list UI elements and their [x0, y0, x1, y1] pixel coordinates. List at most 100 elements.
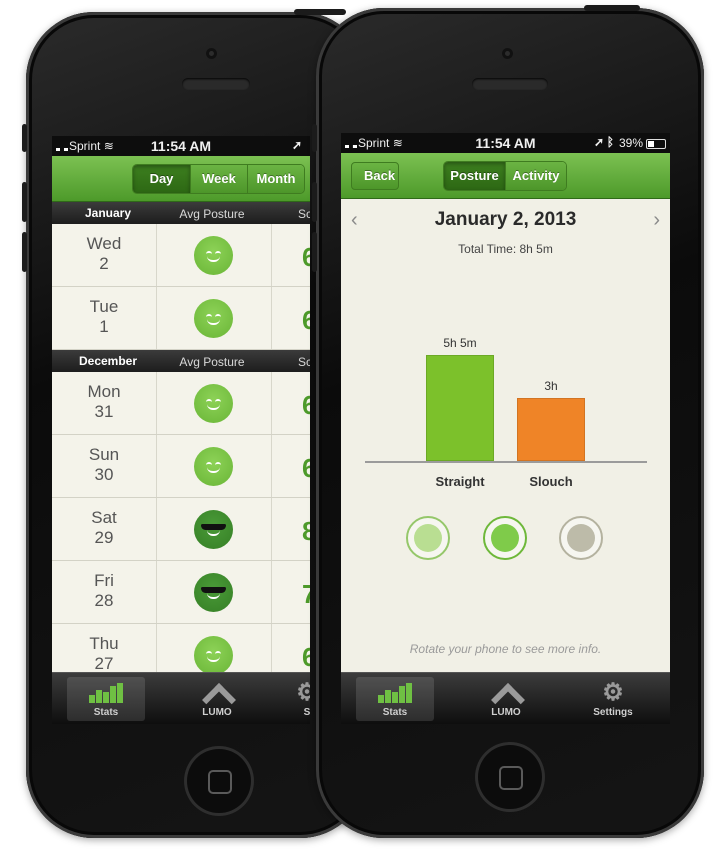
bar-chart-icon-bar — [96, 690, 102, 703]
power-button — [294, 9, 346, 15]
list-item[interactable]: Tue 1 6 — [52, 287, 310, 350]
smiley-active-icon — [491, 524, 519, 552]
tab-label: Stats — [93, 707, 119, 718]
posture-face-option[interactable] — [483, 516, 527, 560]
posture-face-option[interactable] — [406, 516, 450, 560]
date-number: 1 — [99, 317, 109, 336]
total-time: Total Time: 8h 5m — [458, 242, 553, 256]
score-value: 6 — [302, 642, 310, 672]
weekday: Wed — [86, 234, 122, 253]
tab-s[interactable]: ⚙ S — [292, 677, 310, 721]
segment-week[interactable]: Week — [191, 165, 248, 193]
date-number: 30 — [94, 465, 114, 484]
status-bar: Sprint ≋ 11:54 AM ➚ ᛒ 39% — [341, 133, 670, 153]
eye — [205, 398, 212, 402]
column-divider — [156, 561, 157, 623]
score-value: 6 — [302, 390, 310, 420]
column-header-avg-posture: Avg Posture — [179, 355, 245, 369]
marketing-composite: Sprint ≋ 11:54 AM ➚ Day Week Month January… — [0, 0, 727, 855]
section-month: January — [84, 206, 132, 220]
list-item[interactable]: Wed 2 6 — [52, 224, 310, 287]
mute-switch — [22, 124, 27, 152]
battery-icon — [646, 138, 666, 149]
column-divider — [156, 287, 157, 349]
battery-indicator: 39% — [619, 136, 666, 150]
bar-chart-icon-bar — [378, 695, 384, 703]
mouth — [206, 404, 221, 411]
column-header-score: Sc — [298, 207, 310, 221]
smiley-face-icon — [194, 236, 233, 275]
bar-chart-icon-bar — [385, 690, 391, 703]
score-value: 8 — [302, 516, 310, 546]
bar-chart-icon-bar — [399, 686, 405, 703]
list-item[interactable]: Fri 28 7 — [52, 561, 310, 624]
earpiece-speaker — [182, 78, 250, 90]
column-divider — [271, 372, 272, 434]
tab-stats[interactable]: Stats — [67, 677, 145, 721]
tab-label: LUMO — [202, 707, 232, 718]
column-divider — [156, 498, 157, 560]
bar-slouch — [517, 398, 585, 461]
date-number: 2 — [99, 254, 109, 273]
section-month: December — [78, 354, 138, 368]
tab-label: Stats — [382, 707, 408, 718]
date-number: 28 — [94, 591, 114, 610]
column-divider — [271, 498, 272, 560]
bar-straight — [426, 355, 494, 461]
tab-label: Settings — [593, 707, 633, 718]
day-label: Fri 28 — [52, 571, 156, 611]
mouth — [206, 256, 221, 263]
nav-bar: Day Week Month — [52, 156, 310, 202]
mouth — [206, 467, 221, 474]
volume-down-button — [22, 232, 27, 272]
tab-lumo[interactable]: LUMO — [466, 677, 546, 721]
home-button[interactable] — [184, 746, 254, 816]
home-button[interactable] — [475, 742, 545, 812]
smiley-face-icon — [194, 636, 233, 675]
smiley-face-icon — [194, 299, 233, 338]
segment-activity[interactable]: Activity — [506, 162, 566, 190]
weekday: Sun — [88, 445, 120, 464]
back-button[interactable]: Back — [351, 162, 399, 190]
smiley-light-icon — [414, 524, 442, 552]
eye — [205, 250, 212, 254]
tab-stats[interactable]: Stats — [356, 677, 434, 721]
column-divider — [271, 224, 272, 286]
section-header: January Avg Posture Sc — [52, 202, 310, 224]
column-divider — [271, 561, 272, 623]
segment-month[interactable]: Month — [248, 165, 304, 193]
posture-activity-segmented-control: Posture Activity — [443, 161, 567, 191]
bar-chart-icon-bar — [103, 692, 109, 703]
posture-face-option[interactable] — [559, 516, 603, 560]
location-icon: ➚ — [593, 135, 604, 149]
segment-posture[interactable]: Posture — [444, 162, 506, 190]
column-divider — [271, 287, 272, 349]
smiley-gray-icon — [567, 524, 595, 552]
segment-day[interactable]: Day — [133, 165, 191, 193]
screen-stats-list: Sprint ≋ 11:54 AM ➚ Day Week Month January… — [52, 136, 310, 724]
rotate-hint: Rotate your phone to see more info. — [409, 642, 602, 656]
eye — [215, 313, 222, 317]
eye — [205, 650, 212, 654]
bar-category-label: Straight — [435, 474, 485, 489]
weekday: Sat — [91, 508, 117, 527]
tab-settings[interactable]: ⚙ Settings — [577, 677, 649, 721]
column-divider — [271, 435, 272, 497]
next-day-arrow[interactable]: › — [653, 209, 660, 232]
weekday: Mon — [87, 382, 121, 401]
list-item[interactable]: Sun 30 6 — [52, 435, 310, 498]
list-item[interactable]: Sat 29 8 — [52, 498, 310, 561]
column-header-avg-posture: Avg Posture — [179, 207, 245, 221]
tab-lumo[interactable]: LUMO — [177, 677, 257, 721]
volume-down-button — [312, 232, 317, 272]
eye — [215, 398, 222, 402]
day-label: Mon 31 — [52, 382, 156, 422]
score-value: 6 — [302, 305, 310, 335]
bar-chart-icon-bar — [117, 683, 123, 703]
list-item[interactable]: Mon 31 6 — [52, 372, 310, 435]
sunglasses-face-icon — [194, 573, 233, 612]
day-label: Wed 2 — [52, 234, 156, 274]
earpiece-speaker — [472, 78, 548, 90]
section-header: December Avg Posture Sc — [52, 350, 310, 372]
bar-chart-icon — [89, 683, 123, 703]
